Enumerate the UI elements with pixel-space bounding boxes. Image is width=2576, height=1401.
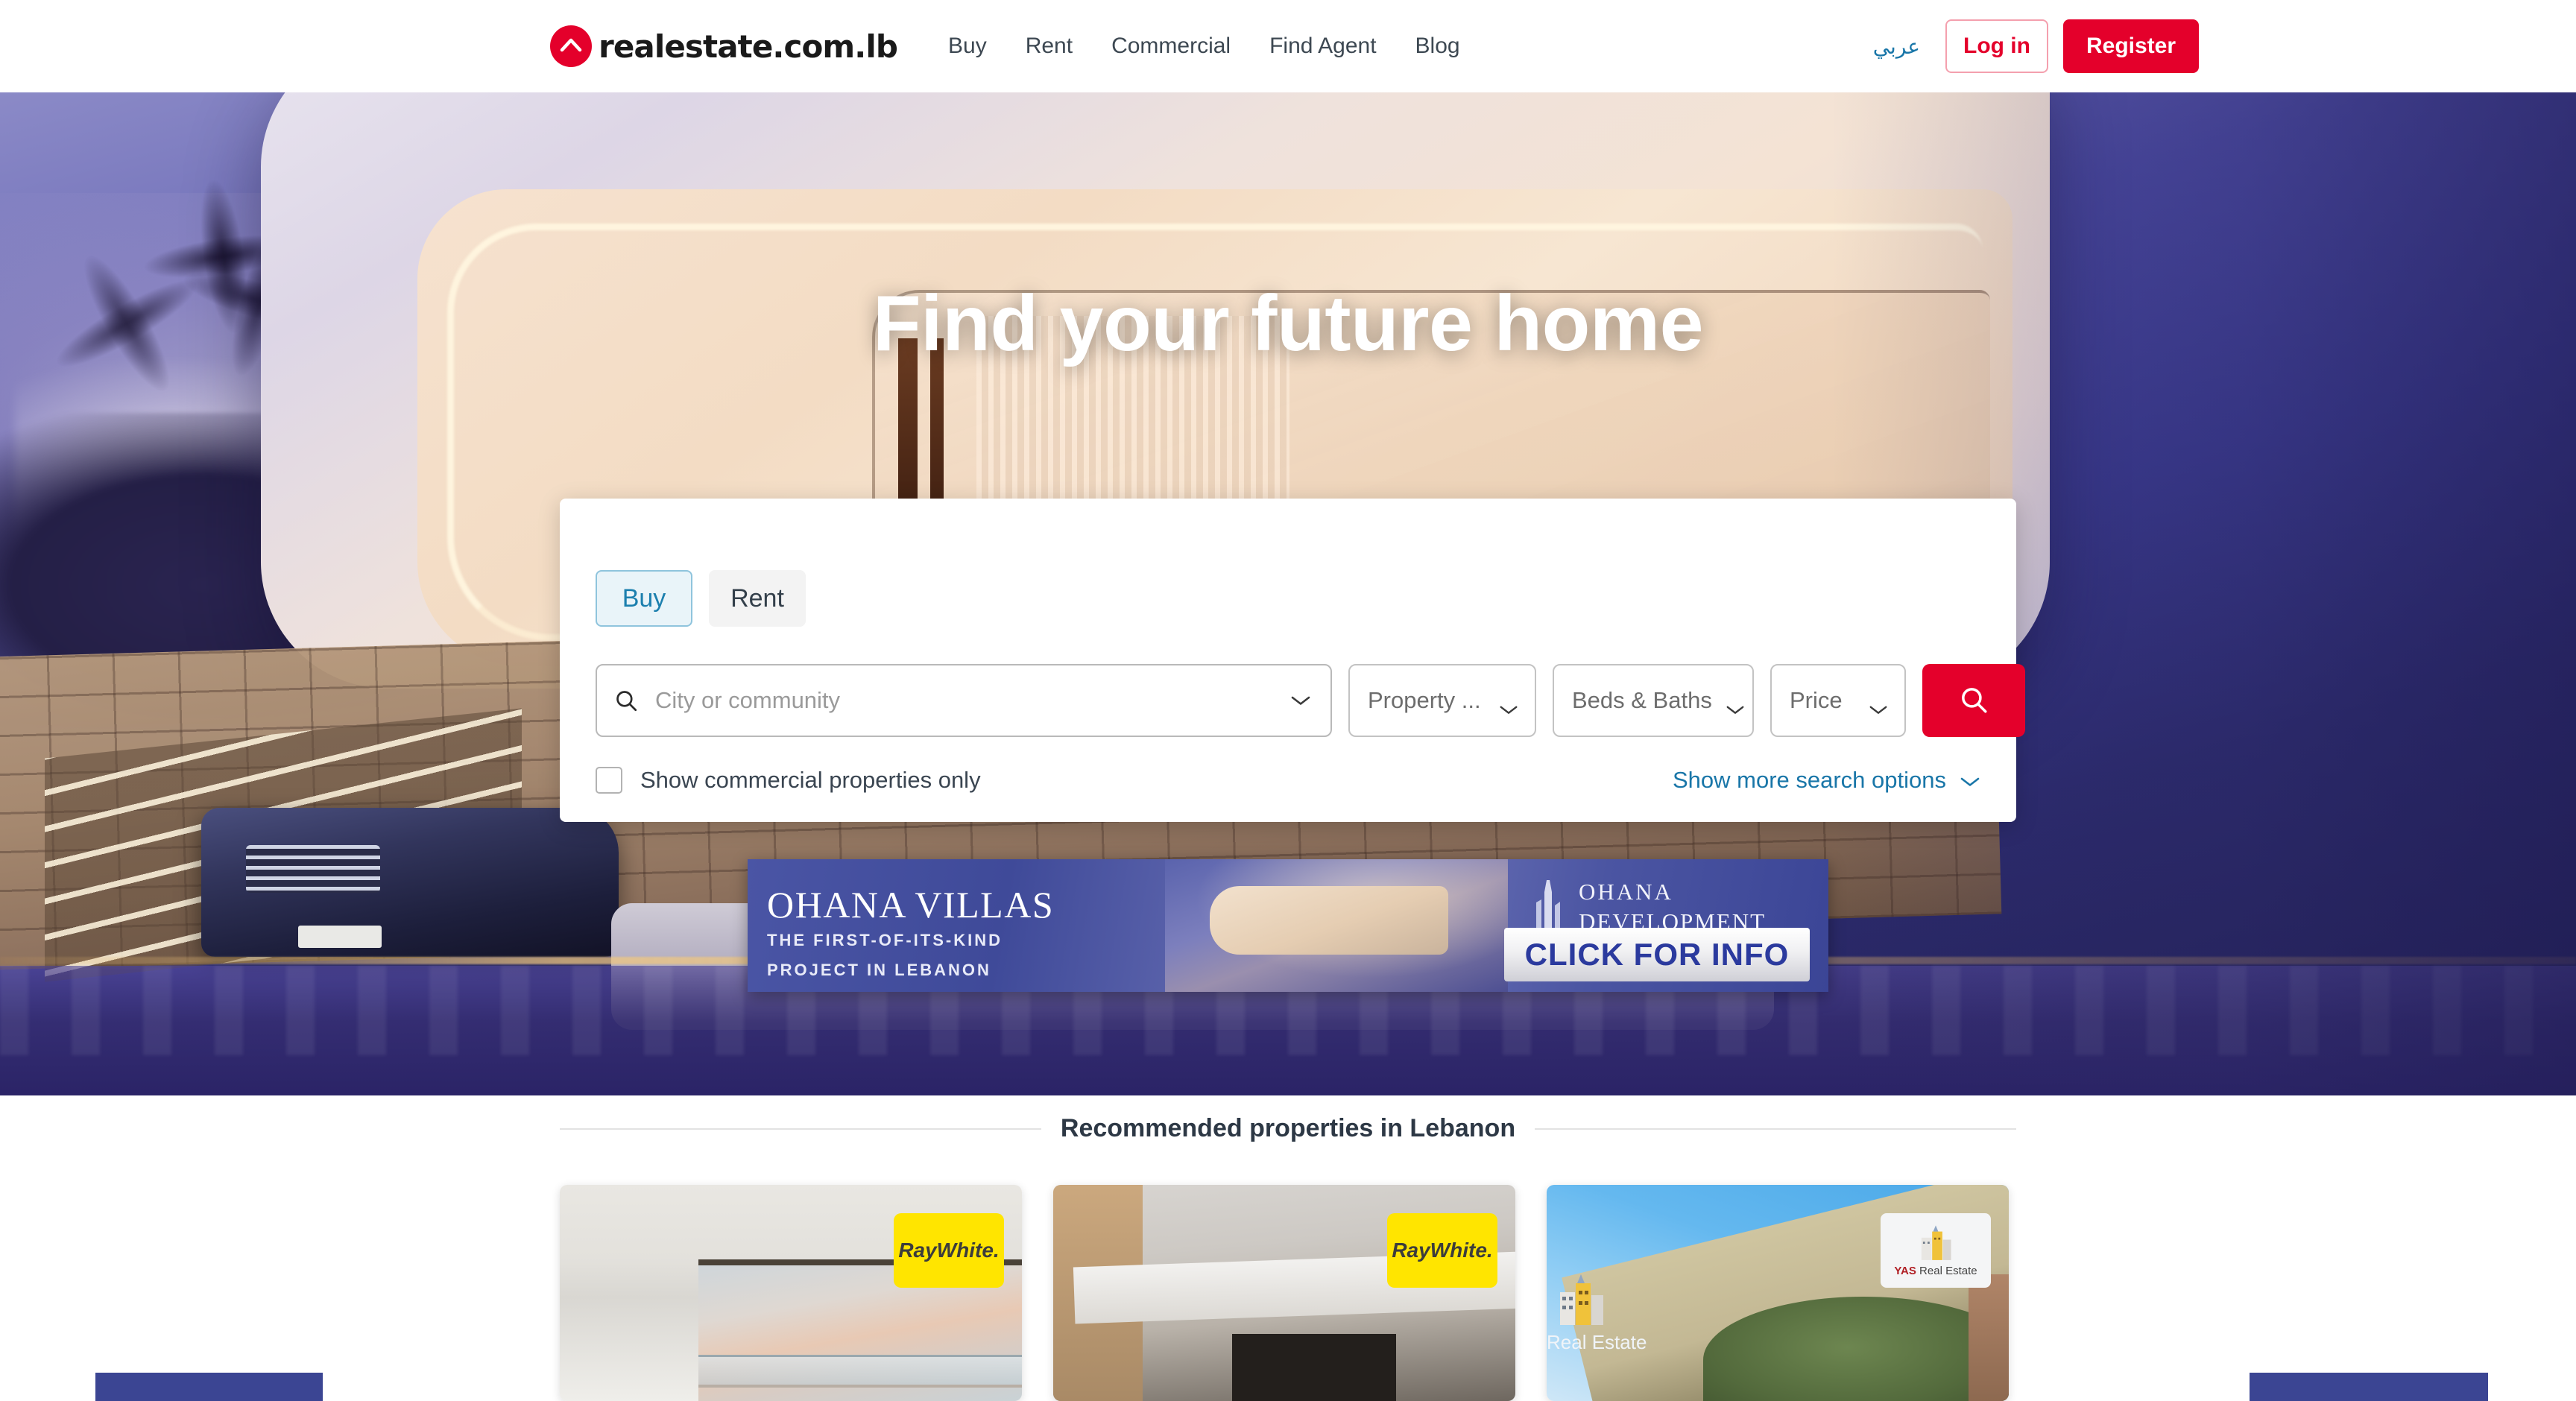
search-input[interactable] [655, 687, 1290, 714]
header-left-group: realestate.com.lb Buy Rent Commercial Fi… [550, 0, 1480, 92]
price-dropdown[interactable]: Price [1770, 664, 1906, 737]
search-panel-footer: Show commercial properties only Show mor… [596, 767, 1980, 794]
chevron-down-icon [1290, 695, 1311, 706]
recommended-header: Recommended properties in Lebanon [560, 1114, 2016, 1143]
site-header: realestate.com.lb Buy Rent Commercial Fi… [0, 0, 2576, 92]
commercial-only-row: Show commercial properties only [596, 767, 981, 794]
show-more-search-options-link[interactable]: Show more search options [1673, 767, 1980, 794]
property-card-2[interactable]: RayWhite. [1053, 1185, 1515, 1401]
search-controls-row: Property ... Beds & Baths [596, 664, 2025, 737]
header-right-group: عربي Log in Register [1873, 0, 2199, 92]
search-mode-tabs: Buy Rent [596, 570, 806, 627]
left-side-ad-banner[interactable] [95, 1373, 323, 1401]
city-search-field[interactable] [596, 664, 1332, 737]
agency-badge-label: RayWhite. [1392, 1239, 1493, 1262]
watermark-building-icon [1556, 1273, 1606, 1329]
ad-brand-line-1: OHANA [1579, 879, 1673, 905]
recommended-title: Recommended properties in Lebanon [1060, 1114, 1516, 1142]
price-label: Price [1790, 687, 1843, 713]
commercial-only-label: Show commercial properties only [640, 767, 981, 793]
hero-section: Find your future home Buy Rent City or c… [0, 92, 2576, 1095]
ad-cta-label: CLICK FOR INFO [1524, 937, 1790, 972]
show-more-search-options-label: Show more search options [1672, 767, 1946, 793]
divider-left [560, 1128, 1041, 1130]
agency-badge-yas: YAS Real Estate [1881, 1213, 1991, 1288]
ad-cta-button[interactable]: CLICK FOR INFO [1504, 928, 1810, 981]
ohana-villas-ad-banner[interactable]: OHANA VILLAS THE FIRST-OF-ITS-KIND PROJE… [748, 859, 1828, 992]
nav-item-find-agent[interactable]: Find Agent [1250, 34, 1395, 59]
divider-right [1535, 1128, 2016, 1130]
nav-item-buy[interactable]: Buy [929, 34, 1006, 59]
beds-baths-dropdown[interactable]: Beds & Baths [1553, 664, 1754, 737]
chevron-down-icon [1960, 767, 1980, 794]
ad-title: OHANA VILLAS [767, 884, 1055, 926]
register-button[interactable]: Register [2063, 19, 2199, 73]
agency-badge-raywhite: RayWhite. [1387, 1213, 1497, 1288]
beds-baths-label: Beds & Baths [1572, 687, 1712, 713]
page-root: realestate.com.lb Buy Rent Commercial Fi… [0, 0, 2576, 1401]
main-nav: Buy Rent Commercial Find Agent Blog [929, 34, 1480, 59]
chevron-up-logo-icon [550, 25, 592, 67]
property-card-1[interactable]: RayWhite. [560, 1185, 1022, 1401]
card-watermark-text: Real Estate [1547, 1331, 1647, 1353]
ad-subtitle-1: THE FIRST-OF-ITS-KIND [767, 931, 1003, 949]
right-side-ad-banner[interactable] [2250, 1373, 2488, 1401]
search-icon [1958, 684, 1989, 718]
property-card-3[interactable]: Real Estate YAS Real Estate [1547, 1185, 2009, 1401]
nav-item-commercial[interactable]: Commercial [1092, 34, 1250, 59]
login-button[interactable]: Log in [1945, 19, 2048, 73]
tab-buy[interactable]: Buy [596, 570, 692, 627]
agency-badge-label: YAS Real Estate [1894, 1265, 1977, 1277]
yas-building-icon [1916, 1224, 1955, 1263]
nav-item-blog[interactable]: Blog [1396, 34, 1480, 59]
property-type-label: Property ... [1368, 687, 1481, 713]
agency-badge-label: RayWhite. [898, 1239, 1000, 1262]
recommended-cards-list: RayWhite. RayWhite. Real Estate YAS Real… [560, 1185, 2009, 1401]
chevron-down-icon [1726, 695, 1746, 714]
search-panel: Buy Rent City or community Property ... … [560, 499, 2025, 822]
site-logo[interactable]: realestate.com.lb [550, 25, 898, 67]
ad-subtitle-2: PROJECT IN LEBANON [767, 961, 991, 979]
agency-badge-raywhite: RayWhite. [894, 1213, 1004, 1288]
hero-title: Find your future home [872, 279, 1704, 367]
commercial-only-checkbox[interactable] [596, 767, 622, 794]
chevron-down-icon [1499, 695, 1520, 714]
nav-item-rent[interactable]: Rent [1006, 34, 1092, 59]
chevron-down-icon [1869, 695, 1890, 714]
site-logo-text: realestate.com.lb [599, 28, 898, 65]
search-icon [613, 688, 639, 713]
search-submit-button[interactable] [1922, 664, 2025, 737]
agency-badge-yas-mark: YAS [1894, 1264, 1916, 1277]
tab-rent[interactable]: Rent [709, 570, 806, 627]
ad-photo-villa [1210, 886, 1448, 955]
agency-badge-yas-sub: Real Estate [1919, 1264, 1977, 1277]
property-type-dropdown[interactable]: Property ... [1348, 664, 1536, 737]
language-toggle-arabic[interactable]: عربي [1873, 34, 1920, 59]
